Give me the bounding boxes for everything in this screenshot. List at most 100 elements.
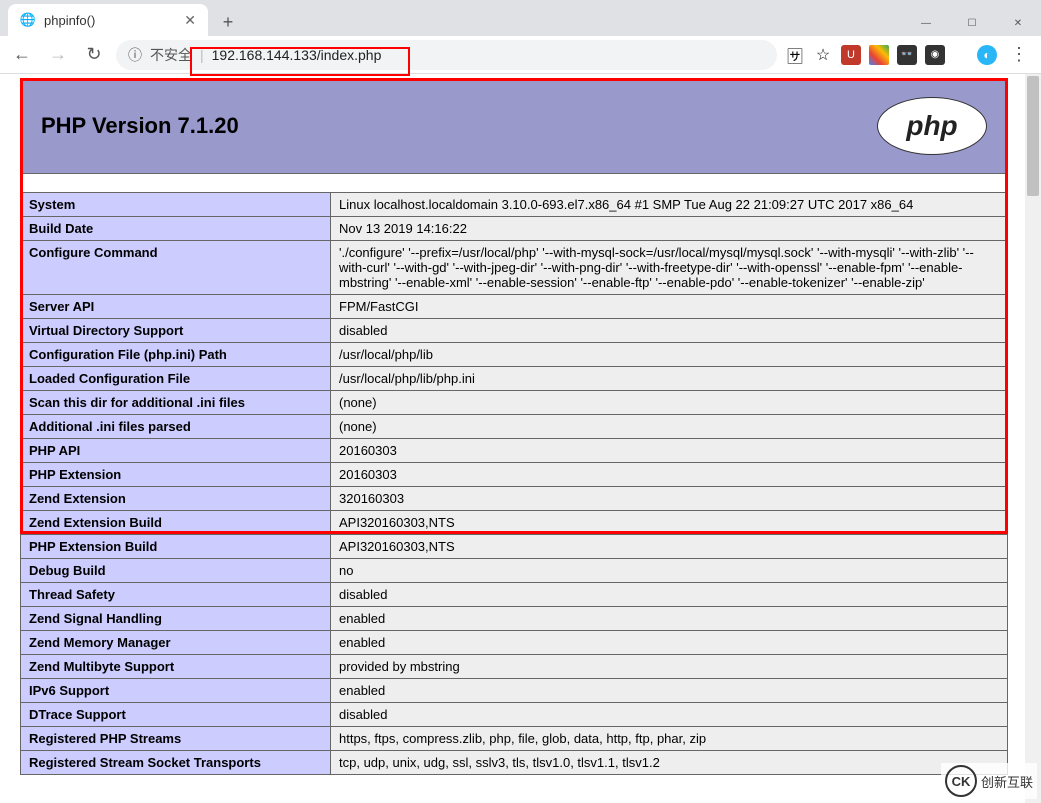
globe-icon: 🌐	[20, 12, 36, 28]
watermark-text: 创新互联	[981, 772, 1033, 791]
table-row: Build DateNov 13 2019 14:16:22	[21, 217, 1008, 241]
window-minimize-button[interactable]: —	[903, 8, 949, 38]
address-bar: ← → ↻ ⓘ 不安全 | 192.168.144.133/index.php …	[0, 36, 1041, 74]
blue-extension-icon[interactable]: ◐	[977, 45, 997, 65]
config-value: https, ftps, compress.zlib, php, file, g…	[331, 727, 1008, 751]
config-value: disabled	[331, 319, 1008, 343]
config-key: System	[21, 193, 331, 217]
config-key: Zend Extension	[21, 487, 331, 511]
config-key: Loaded Configuration File	[21, 367, 331, 391]
table-row: SystemLinux localhost.localdomain 3.10.0…	[21, 193, 1008, 217]
page-viewport[interactable]: PHP Version 7.1.20 php SystemLinux local…	[0, 74, 1041, 803]
config-value: 20160303	[331, 463, 1008, 487]
config-key: PHP Extension Build	[21, 535, 331, 559]
new-tab-button[interactable]: +	[214, 8, 242, 36]
forward-button[interactable]: →	[44, 41, 72, 69]
table-row: Registered PHP Streamshttps, ftps, compr…	[21, 727, 1008, 751]
config-key: Configure Command	[21, 241, 331, 295]
config-key: Zend Memory Manager	[21, 631, 331, 655]
scrollbar[interactable]	[1025, 74, 1041, 803]
table-row: Zend Extension BuildAPI320160303,NTS	[21, 511, 1008, 535]
table-row: Thread Safetydisabled	[21, 583, 1008, 607]
table-row: IPv6 Supportenabled	[21, 679, 1008, 703]
translate-icon[interactable]: 🈂	[785, 45, 805, 65]
watermark-logo: CK	[945, 765, 977, 797]
config-value: (none)	[331, 415, 1008, 439]
tab-strip: 🌐 phpinfo() ✕ + — ☐ ✕	[0, 0, 1041, 36]
config-value: disabled	[331, 583, 1008, 607]
table-row: PHP API20160303	[21, 439, 1008, 463]
config-value: enabled	[331, 631, 1008, 655]
config-key: Scan this dir for additional .ini files	[21, 391, 331, 415]
table-row: Registered Stream Socket Transportstcp, …	[21, 751, 1008, 775]
table-row: Server APIFPM/FastCGI	[21, 295, 1008, 319]
config-key: Registered PHP Streams	[21, 727, 331, 751]
config-value: /usr/local/php/lib	[331, 343, 1008, 367]
config-value: provided by mbstring	[331, 655, 1008, 679]
config-value: (none)	[331, 391, 1008, 415]
table-row: Scan this dir for additional .ini files(…	[21, 391, 1008, 415]
table-row: PHP Extension20160303	[21, 463, 1008, 487]
config-value: FPM/FastCGI	[331, 295, 1008, 319]
table-row: Zend Signal Handlingenabled	[21, 607, 1008, 631]
google-extension-icon[interactable]	[869, 45, 889, 65]
config-key: Thread Safety	[21, 583, 331, 607]
config-key: Build Date	[21, 217, 331, 241]
reload-button[interactable]: ↻	[80, 41, 108, 69]
table-row: Zend Multibyte Supportprovided by mbstri…	[21, 655, 1008, 679]
table-row: DTrace Supportdisabled	[21, 703, 1008, 727]
config-value: no	[331, 559, 1008, 583]
extension-icon[interactable]: 👓	[897, 45, 917, 65]
close-tab-icon[interactable]: ✕	[184, 12, 196, 29]
url-bar[interactable]: ⓘ 不安全 | 192.168.144.133/index.php	[116, 40, 777, 70]
config-key: Virtual Directory Support	[21, 319, 331, 343]
config-value: /usr/local/php/lib/php.ini	[331, 367, 1008, 391]
config-key: Zend Signal Handling	[21, 607, 331, 631]
camera-extension-icon[interactable]: ◉	[925, 45, 945, 65]
config-value: Linux localhost.localdomain 3.10.0-693.e…	[331, 193, 1008, 217]
config-key: Configuration File (php.ini) Path	[21, 343, 331, 367]
table-row: Debug Buildno	[21, 559, 1008, 583]
config-key: Zend Multibyte Support	[21, 655, 331, 679]
table-row: PHP Extension BuildAPI320160303,NTS	[21, 535, 1008, 559]
table-row: Configuration File (php.ini) Path/usr/lo…	[21, 343, 1008, 367]
ublock-extension-icon[interactable]: U	[841, 45, 861, 65]
insecure-label: 不安全	[150, 45, 192, 65]
table-row: Virtual Directory Supportdisabled	[21, 319, 1008, 343]
config-key: Zend Extension Build	[21, 511, 331, 535]
config-key: DTrace Support	[21, 703, 331, 727]
php-logo: php	[877, 97, 987, 155]
config-value: enabled	[331, 679, 1008, 703]
config-key: IPv6 Support	[21, 679, 331, 703]
table-row: Configure Command'./configure' '--prefix…	[21, 241, 1008, 295]
config-value: API320160303,NTS	[331, 511, 1008, 535]
site-info-icon[interactable]: ⓘ	[128, 45, 142, 65]
phpinfo-table: SystemLinux localhost.localdomain 3.10.0…	[20, 192, 1008, 775]
config-value: tcp, udp, unix, udg, ssl, sslv3, tls, tl…	[331, 751, 1008, 775]
page-title: PHP Version 7.1.20	[41, 113, 239, 139]
table-row: Loaded Configuration File/usr/local/php/…	[21, 367, 1008, 391]
config-value: './configure' '--prefix=/usr/local/php' …	[331, 241, 1008, 295]
browser-menu-button[interactable]: ⋮	[1005, 41, 1033, 69]
config-value: 20160303	[331, 439, 1008, 463]
url-text: 192.168.144.133/index.php	[212, 47, 382, 63]
window-close-button[interactable]: ✕	[995, 8, 1041, 38]
scrollbar-thumb[interactable]	[1027, 76, 1039, 196]
config-key: Server API	[21, 295, 331, 319]
config-key: PHP API	[21, 439, 331, 463]
config-key: Additional .ini files parsed	[21, 415, 331, 439]
config-value: 320160303	[331, 487, 1008, 511]
config-value: Nov 13 2019 14:16:22	[331, 217, 1008, 241]
config-value: disabled	[331, 703, 1008, 727]
table-row: Zend Extension320160303	[21, 487, 1008, 511]
config-value: enabled	[331, 607, 1008, 631]
table-row: Zend Memory Managerenabled	[21, 631, 1008, 655]
back-button[interactable]: ←	[8, 41, 36, 69]
watermark: CK 创新互联	[941, 763, 1037, 799]
table-row: Additional .ini files parsed(none)	[21, 415, 1008, 439]
window-maximize-button[interactable]: ☐	[949, 8, 995, 38]
bookmark-star-icon[interactable]: ☆	[813, 45, 833, 65]
config-key: Registered Stream Socket Transports	[21, 751, 331, 775]
browser-tab[interactable]: 🌐 phpinfo() ✕	[8, 4, 208, 36]
config-key: PHP Extension	[21, 463, 331, 487]
